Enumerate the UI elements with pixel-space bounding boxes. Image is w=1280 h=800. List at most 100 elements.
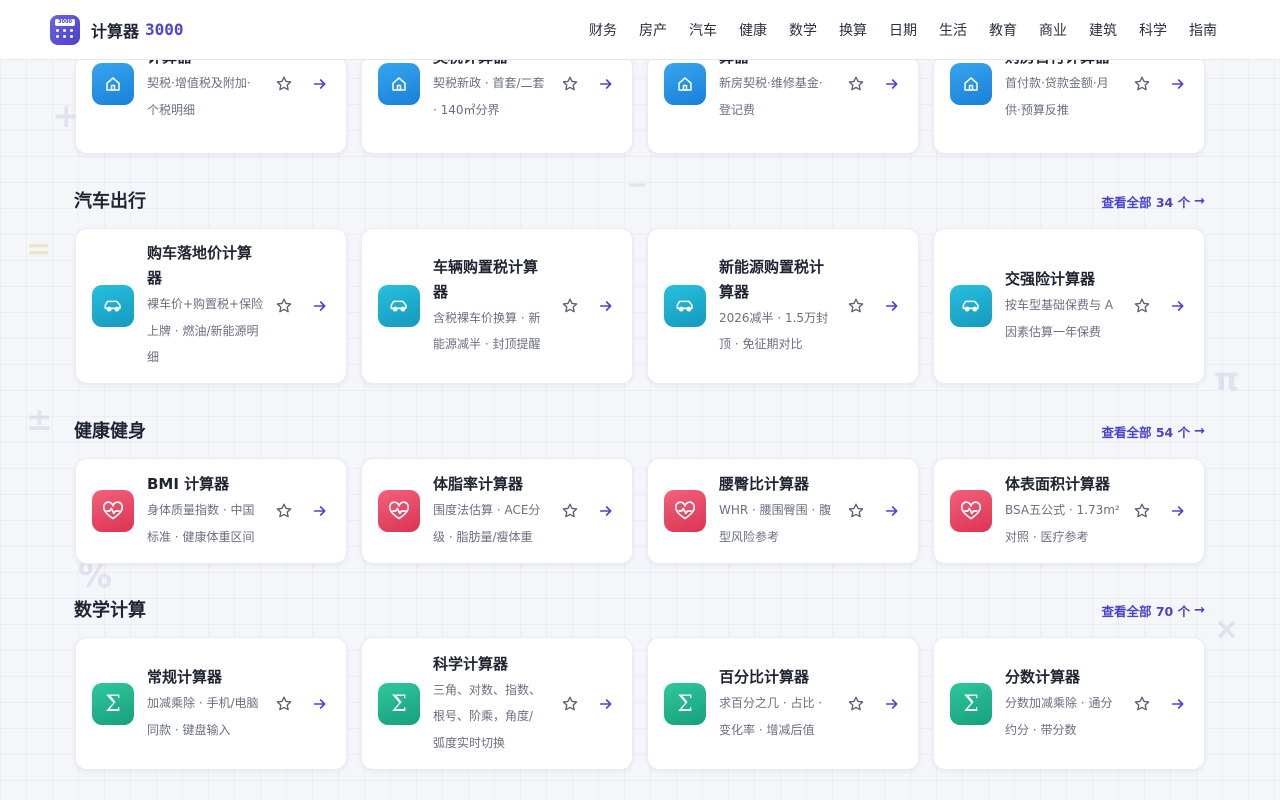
favorite-star-icon[interactable] [274, 74, 294, 94]
card-title: 体表面积计算器 [1005, 475, 1111, 493]
calculator-card[interactable]: Σ 百分比计算器 求百分之几 · 占比 · 变化率 · 增减后值 [647, 637, 919, 770]
calculator-card[interactable]: BMI 计算器 身体质量指数 · 中国 标准 · 健康体重区间 [75, 458, 347, 564]
open-arrow-icon[interactable] [1168, 74, 1188, 94]
favorite-star-icon[interactable] [1132, 296, 1152, 316]
open-arrow-icon[interactable] [1168, 296, 1188, 316]
card-text: BMI 计算器 身体质量指数 · 中国 标准 · 健康体重区间 [147, 472, 267, 550]
favorite-star-icon[interactable] [560, 694, 580, 714]
calculator-card[interactable]: 购房首付计算器首付款·贷款金额·月供·预算反推 [933, 60, 1205, 154]
open-arrow-icon[interactable] [882, 74, 902, 94]
calculator-card[interactable]: 新能源购置税计 算器 2026减半 · 1.5万封顶 · 免征期对比 [647, 228, 919, 384]
card-text: 交强险计算器 按车型基础保费与 A 因素估算一年保费 [1005, 267, 1125, 345]
card-text: 体表面积计算器 BSA五公式 · 1.73m² 对照 · 医疗参考 [1005, 472, 1125, 550]
calculator-card[interactable]: 交强险计算器 按车型基础保费与 A 因素估算一年保费 [933, 228, 1205, 384]
car-icon [92, 285, 134, 327]
card-title: 器 [433, 282, 449, 301]
view-all-label: 查看全部 34 个 [1101, 195, 1191, 210]
card-title: 腰臀比计算器 [719, 475, 810, 493]
favorite-star-icon[interactable] [846, 501, 866, 521]
open-arrow-icon[interactable] [596, 501, 616, 521]
calculator-card[interactable]: 车辆购置税计算器含税裸车价换算 · 新能源减半 · 封顶提醒 [361, 228, 633, 384]
heart-pulse-icon [92, 490, 134, 532]
open-arrow-icon[interactable] [310, 694, 330, 714]
open-arrow-icon[interactable] [882, 501, 902, 521]
nav-item-date[interactable]: 日期 [878, 20, 928, 40]
calculator-card[interactable]: 购车落地价计算器裸车价+购置税+保险 上牌 · 燃油/新能源明细 [75, 228, 347, 384]
nav-item-conversion[interactable]: 换算 [828, 20, 878, 40]
card-title: 购车落地价计算 [147, 244, 253, 263]
open-arrow-icon[interactable] [1168, 501, 1188, 521]
view-all-link[interactable]: 查看全部 34 个 → [1101, 192, 1205, 211]
calculator-logo-icon: 3000 [50, 14, 80, 45]
heart-pulse-icon [664, 490, 706, 532]
open-arrow-icon[interactable] [596, 694, 616, 714]
card-title: 车辆购置税计算 [433, 257, 539, 276]
open-arrow-icon[interactable] [310, 296, 330, 316]
card-description: 弧度实时切换 [433, 735, 506, 750]
calculator-card[interactable]: Σ 常规计算器 加减乘除 · 手机/电脑 同款 · 键盘输入 [75, 637, 347, 770]
section-title: 健康健身 [74, 421, 146, 442]
card-title: 计算器 [147, 60, 267, 70]
open-arrow-icon[interactable] [882, 296, 902, 316]
card-description: WHR · 腰围臀围 · 腹 [719, 503, 832, 517]
nav-item-auto[interactable]: 汽车 [678, 20, 728, 40]
nav-item-construction[interactable]: 建筑 [1078, 20, 1128, 40]
open-arrow-icon[interactable] [310, 74, 330, 94]
open-arrow-icon[interactable] [882, 694, 902, 714]
card-description: 因素估算一年保费 [1005, 324, 1102, 339]
card-description: 供·预算反推 [1005, 102, 1069, 117]
favorite-star-icon[interactable] [1132, 501, 1152, 521]
favorite-star-icon[interactable] [274, 694, 294, 714]
calculator-card[interactable]: Σ 科学计算器 三角、对数、指数、 根号、阶乘，角度/弧度实时切换 [361, 637, 633, 770]
card-title: 常规计算器 [147, 668, 223, 686]
nav-item-health[interactable]: 健康 [728, 20, 778, 40]
calculator-card[interactable]: 体表面积计算器 BSA五公式 · 1.73m² 对照 · 医疗参考 [933, 458, 1205, 564]
view-all-link[interactable]: 查看全部 54 个 → [1101, 422, 1205, 441]
calculator-card[interactable]: 体脂率计算器 围度法估算 · ACE分级 · 脂肪量/瘦体重 [361, 458, 633, 564]
favorite-star-icon[interactable] [274, 501, 294, 521]
calculator-card[interactable]: 计算器契税·增值税及附加· 个税明细 [75, 60, 347, 154]
calculator-card[interactable]: Σ 分数计算器 分数加减乘除 · 通分 约分 · 带分数 [933, 637, 1205, 770]
open-arrow-icon[interactable] [1168, 694, 1188, 714]
favorite-star-icon[interactable] [846, 694, 866, 714]
nav-item-guide[interactable]: 指南 [1178, 20, 1228, 40]
favorite-star-icon[interactable] [846, 74, 866, 94]
nav-item-science[interactable]: 科学 [1128, 20, 1178, 40]
card-description: BSA五公式 · 1.73m² [1005, 503, 1120, 517]
view-all-label: 查看全部 70 个 [1101, 604, 1191, 619]
nav-item-education[interactable]: 教育 [978, 20, 1028, 40]
nav-item-life[interactable]: 生活 [928, 20, 978, 40]
house-icon [92, 63, 134, 105]
favorite-star-icon[interactable] [1132, 74, 1152, 94]
open-arrow-icon[interactable] [310, 501, 330, 521]
card-description: 约分 · 带分数 [1005, 722, 1077, 737]
view-all-link[interactable]: 查看全部 70 个 → [1101, 601, 1205, 620]
card-text: 购房首付计算器首付款·贷款金额·月供·预算反推 [1005, 60, 1125, 123]
card-description: 同款 · 键盘输入 [147, 722, 231, 737]
card-description: 三角、对数、指数、 [433, 682, 542, 697]
calculator-card[interactable]: 腰臀比计算器 WHR · 腰围臀围 · 腹型风险参考 [647, 458, 919, 564]
card-description: 围度法估算 · ACE分 [433, 503, 541, 517]
card-title: 契税计算器 [433, 60, 553, 70]
favorite-star-icon[interactable] [560, 74, 580, 94]
card-description: 根号、阶乘，角度/ [433, 709, 534, 724]
brand[interactable]: 3000 计算器 3000 [50, 14, 184, 45]
open-arrow-icon[interactable] [596, 74, 616, 94]
calculator-card[interactable]: 契税计算器契税新政 · 首套/二套 · 140㎡分界 [361, 60, 633, 154]
heart-pulse-icon [950, 490, 992, 532]
favorite-star-icon[interactable] [560, 501, 580, 521]
calculator-card[interactable]: 算器新房契税·维修基金· 登记费 [647, 60, 919, 154]
card-description: 上牌 · 燃油/新能源明 [147, 323, 259, 338]
favorite-star-icon[interactable] [1132, 694, 1152, 714]
card-title: 分数计算器 [1005, 668, 1081, 686]
open-arrow-icon[interactable] [596, 296, 616, 316]
nav-item-finance[interactable]: 财务 [578, 20, 628, 40]
nav-item-realestate[interactable]: 房产 [628, 20, 678, 40]
favorite-star-icon[interactable] [560, 296, 580, 316]
nav-item-business[interactable]: 商业 [1028, 20, 1078, 40]
view-all-label: 查看全部 54 个 [1101, 425, 1191, 440]
nav-item-math[interactable]: 数学 [778, 20, 828, 40]
sigma-icon: Σ [664, 683, 706, 725]
favorite-star-icon[interactable] [274, 296, 294, 316]
favorite-star-icon[interactable] [846, 296, 866, 316]
